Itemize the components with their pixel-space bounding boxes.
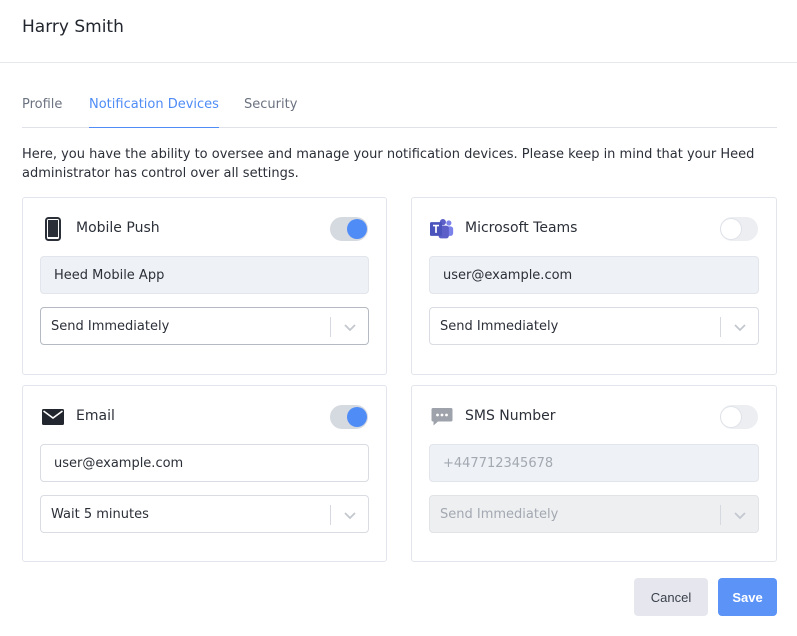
sms-label: SMS Number — [465, 408, 556, 424]
mobile-push-device-field[interactable]: Heed Mobile App — [40, 256, 369, 294]
mobile-push-delivery-select[interactable]: Send Immediately — [40, 307, 369, 345]
sms-toggle[interactable] — [720, 405, 758, 429]
modal-header: Harry Smith — [0, 0, 797, 63]
tab-bar: Profile Notification Devices Security — [22, 90, 777, 128]
email-address-field[interactable]: user@example.com — [40, 444, 369, 482]
chevron-down-icon — [734, 324, 746, 332]
mobile-push-card: Mobile Push Heed Mobile App Send Immedia… — [22, 197, 387, 375]
tab-security[interactable]: Security — [244, 97, 297, 128]
tab-notification-devices[interactable]: Notification Devices — [89, 97, 219, 128]
phone-icon — [41, 217, 65, 241]
sms-card: SMS Number +447712345678 Send Immediatel… — [411, 385, 777, 562]
email-toggle[interactable] — [330, 405, 368, 429]
email-delivery-select[interactable]: Wait 5 minutes — [40, 495, 369, 533]
microsoft-teams-email-field[interactable]: user@example.com — [429, 256, 759, 294]
cancel-button[interactable]: Cancel — [634, 578, 708, 616]
microsoft-teams-delivery-value: Send Immediately — [440, 318, 559, 334]
microsoft-teams-card: Microsoft Teams user@example.com Send Im… — [411, 197, 777, 375]
microsoft-teams-toggle[interactable] — [720, 217, 758, 241]
mobile-push-label: Mobile Push — [76, 220, 160, 236]
page-title: Harry Smith — [22, 17, 124, 37]
chat-bubble-icon — [430, 405, 454, 429]
teams-icon — [430, 217, 454, 241]
mobile-push-toggle[interactable] — [330, 217, 368, 241]
chevron-down-icon — [734, 512, 746, 520]
chevron-down-icon — [344, 512, 356, 520]
envelope-icon — [41, 405, 65, 429]
sms-delivery-select[interactable]: Send Immediately — [429, 495, 759, 533]
mobile-push-delivery-value: Send Immediately — [51, 318, 170, 334]
email-delivery-value: Wait 5 minutes — [51, 506, 149, 522]
microsoft-teams-delivery-select[interactable]: Send Immediately — [429, 307, 759, 345]
sms-number-field[interactable]: +447712345678 — [429, 444, 759, 482]
chevron-down-icon — [344, 324, 356, 332]
intro-text: Here, you have the ability to oversee an… — [22, 147, 755, 181]
email-label: Email — [76, 408, 115, 424]
sms-delivery-value: Send Immediately — [440, 506, 559, 522]
email-card: Email user@example.com Wait 5 minutes — [22, 385, 387, 562]
tab-profile[interactable]: Profile — [22, 97, 62, 128]
save-button[interactable]: Save — [718, 578, 777, 616]
microsoft-teams-label: Microsoft Teams — [465, 220, 578, 236]
